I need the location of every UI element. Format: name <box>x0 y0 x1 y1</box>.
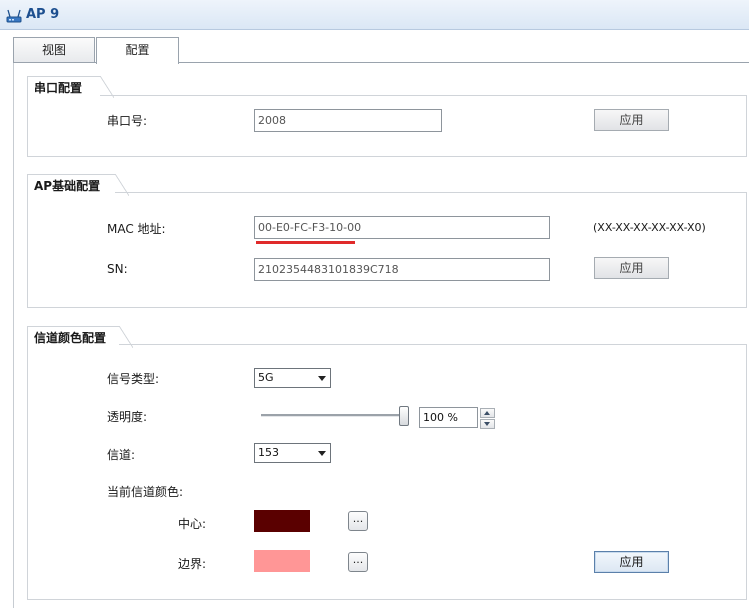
border-color-label: 边界: <box>178 557 207 571</box>
transparency-decrement-button[interactable] <box>480 419 495 429</box>
chevron-down-icon <box>318 451 326 456</box>
center-color-label: 中心: <box>178 517 207 531</box>
arrow-down-icon <box>484 422 490 426</box>
current-channel-color-label: 当前信道颜色: <box>107 485 184 499</box>
chevron-down-icon <box>318 376 326 381</box>
transparency-increment-button[interactable] <box>480 408 495 418</box>
serial-port-input[interactable]: 2008 <box>254 109 442 132</box>
signal-type-select[interactable]: 5G <box>254 368 331 388</box>
mac-format-hint: (XX-XX-XX-XX-XX-X0) <box>593 221 706 234</box>
center-color-swatch <box>254 510 310 532</box>
serial-port-label: 串口号: <box>107 114 148 128</box>
center-color-picker-button[interactable]: ... <box>348 511 368 531</box>
border-color-swatch <box>254 550 310 572</box>
window-title-bar: AP 9 <box>0 0 749 30</box>
mac-address-input[interactable]: 00-E0-FC-F3-10-00 <box>254 216 550 239</box>
mac-error-underline <box>256 241 355 244</box>
channel-color-apply-button[interactable]: 应用 <box>594 551 669 573</box>
mac-address-label: MAC 地址: <box>107 222 166 236</box>
transparency-label: 透明度: <box>107 410 148 424</box>
tab-config[interactable]: 配置 <box>96 37 179 64</box>
ap-basic-config-group <box>27 192 747 308</box>
ap-device-icon <box>6 9 22 23</box>
sn-input[interactable]: 2102354483101839C718 <box>254 258 550 281</box>
transparency-slider-thumb[interactable] <box>399 406 409 426</box>
channel-color-config-title: 信道颜色配置 <box>27 326 133 348</box>
channel-select[interactable]: 153 <box>254 443 331 463</box>
sn-label: SN: <box>107 262 128 276</box>
border-color-picker-button[interactable]: ... <box>348 552 368 572</box>
serial-config-title: 串口配置 <box>27 76 114 98</box>
channel-value: 153 <box>258 446 279 459</box>
window-title: AP 9 <box>26 7 60 22</box>
ap-basic-apply-button[interactable]: 应用 <box>594 257 669 279</box>
tab-view[interactable]: 视图 <box>13 37 95 63</box>
transparency-input[interactable]: 100 % <box>419 407 478 428</box>
transparency-slider-track[interactable] <box>261 414 407 417</box>
signal-type-label: 信号类型: <box>107 372 160 386</box>
channel-label: 信道: <box>107 448 136 462</box>
arrow-up-icon <box>484 411 490 415</box>
signal-type-value: 5G <box>258 371 274 384</box>
serial-apply-button[interactable]: 应用 <box>594 109 669 131</box>
ap-basic-config-title: AP基础配置 <box>27 174 129 196</box>
